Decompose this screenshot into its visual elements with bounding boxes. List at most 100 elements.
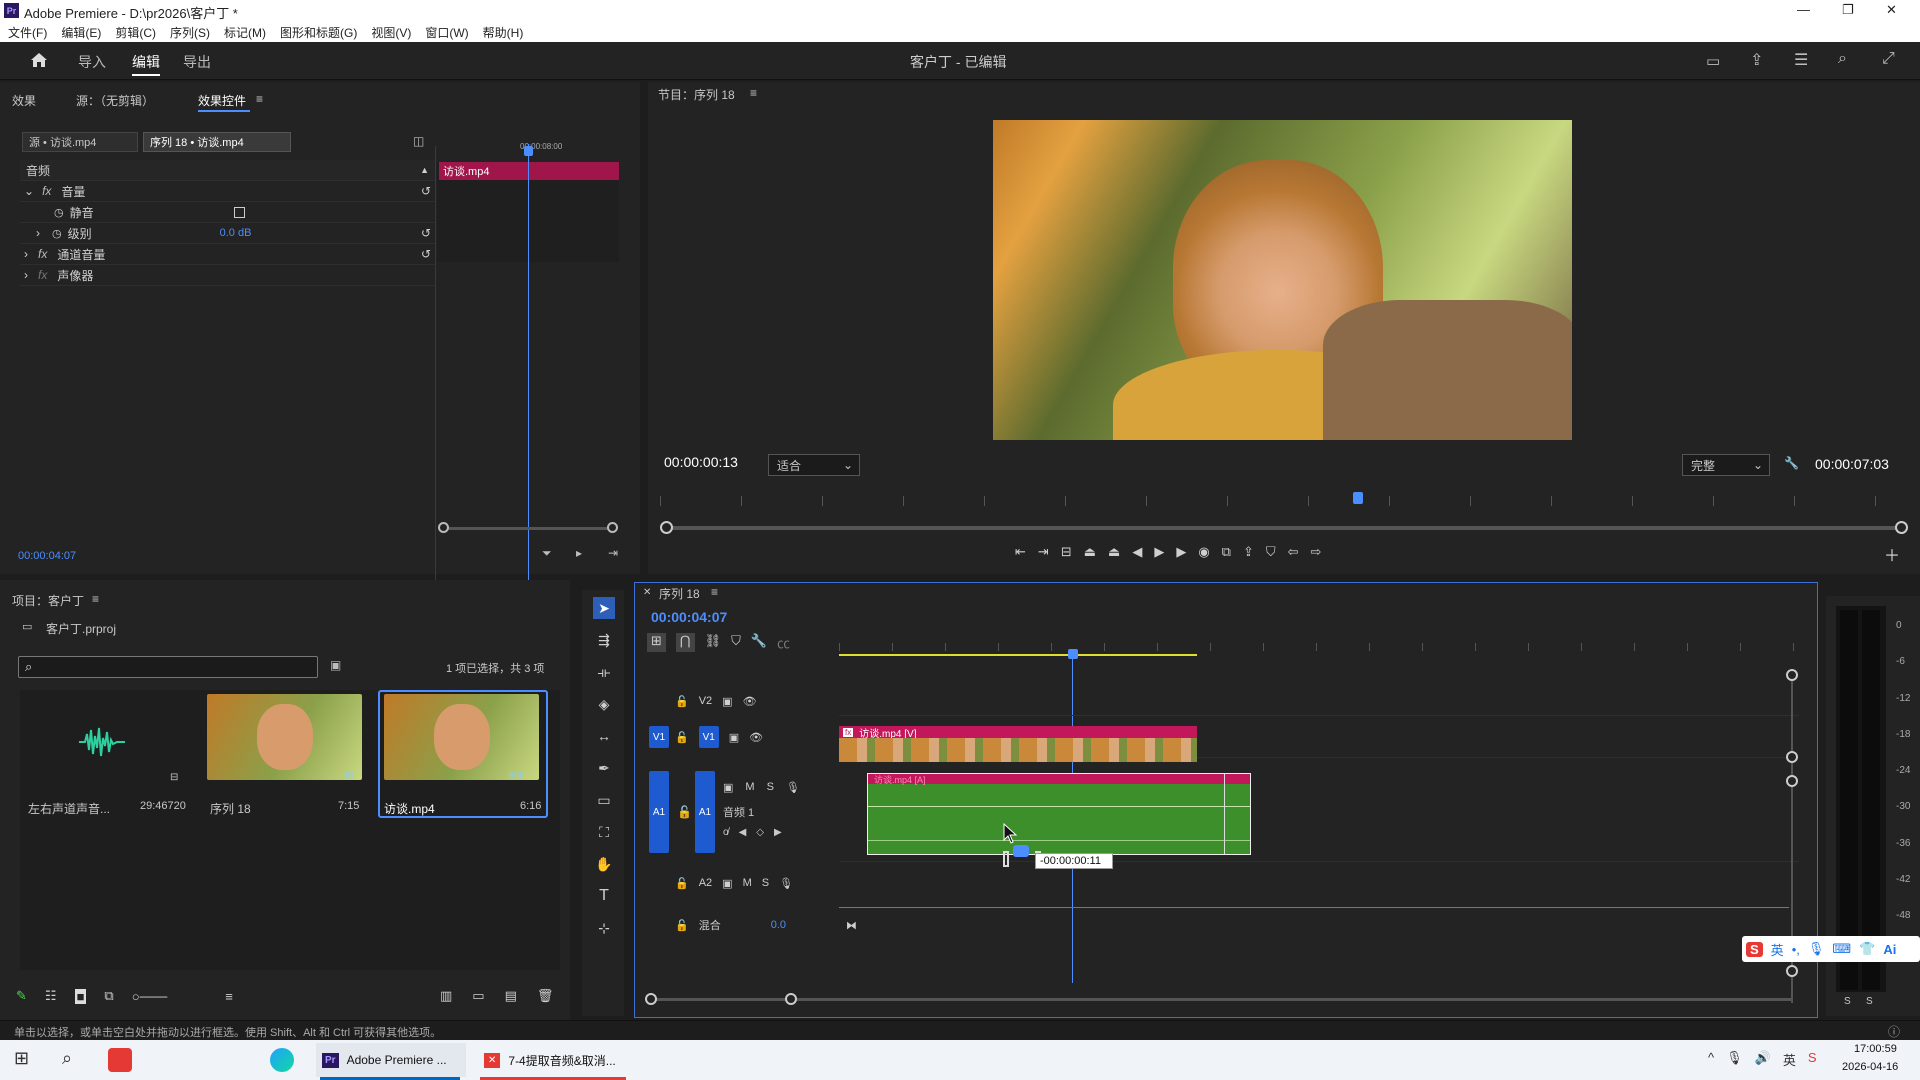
sync-icon[interactable]: ▣ — [722, 695, 732, 708]
prev-keyframe-icon[interactable]: ◀ — [739, 827, 747, 838]
play-audio-icon[interactable]: ▸ — [576, 546, 582, 560]
taskbar-premiere[interactable]: Pr Adobe Premiere ... — [316, 1043, 466, 1077]
expand-arrow-icon[interactable]: › — [36, 226, 40, 240]
next-keyframe-icon[interactable]: ▶ — [774, 827, 782, 838]
track-target-a1[interactable]: A1 — [695, 771, 715, 853]
mute-button[interactable]: M — [743, 877, 752, 889]
zoom-slider-icon[interactable]: ○─── — [132, 989, 167, 1004]
panel-menu-icon[interactable]: ≡ — [256, 92, 263, 106]
linked-selection-icon[interactable]: ⛓ — [705, 633, 722, 652]
close-tab-icon[interactable]: ✕ — [643, 587, 651, 598]
lift-icon[interactable]: ⏏ — [1084, 544, 1096, 560]
quality-dropdown[interactable]: 完整 ⌄ — [1682, 454, 1770, 476]
microphone-icon[interactable]: 🎙 — [786, 781, 800, 794]
lock-icon[interactable]: 🔓 — [675, 919, 689, 932]
list-view-icon[interactable]: ☷ — [45, 988, 57, 1004]
step-forward-icon[interactable]: ▶ — [1176, 544, 1186, 560]
close-button[interactable]: ✕ — [1886, 2, 1897, 18]
stopwatch-icon[interactable]: ◷ — [54, 206, 64, 219]
item-name[interactable]: 序列 18 — [210, 800, 251, 817]
sync-icon[interactable]: ▣ — [723, 781, 733, 794]
text-based-edit-icon[interactable]: ⊹ — [593, 917, 615, 939]
menu-clip[interactable]: 剪辑(C) — [115, 24, 156, 41]
scroll-left-handle[interactable] — [438, 522, 449, 533]
solo-left-button[interactable]: S — [1844, 996, 1851, 1007]
add-button-icon[interactable]: ＋ — [1884, 542, 1900, 566]
app-icon-red[interactable] — [108, 1048, 132, 1072]
new-bin-icon[interactable]: ▭ — [472, 988, 484, 1004]
expand-arrow-icon[interactable]: › — [24, 247, 28, 261]
export-frame-icon[interactable]: ◉ — [1198, 544, 1209, 560]
track-select-tool-icon[interactable]: ⇶ — [593, 629, 615, 651]
clock-time[interactable]: 17:00:59 — [1854, 1043, 1897, 1055]
info-icon[interactable]: ⓘ — [1888, 1023, 1900, 1040]
play-icon[interactable]: ▶ — [1154, 544, 1164, 560]
ime-language[interactable]: 英 — [1771, 940, 1784, 959]
fade-handle-left[interactable] — [1003, 851, 1009, 867]
icon-view-icon[interactable]: ■ — [74, 988, 87, 1004]
freeform-view-icon[interactable]: ⧉ — [104, 988, 113, 1004]
mini-playhead[interactable] — [528, 144, 529, 604]
volume-knob-icon[interactable]: o̸ — [723, 827, 729, 838]
volume-rubber-band[interactable] — [868, 806, 1250, 807]
mini-scrollbar[interactable] — [440, 527, 614, 530]
search-input[interactable]: ⌕ — [18, 656, 318, 678]
mini-timeline-clip[interactable]: 访谈.mp4 — [439, 162, 619, 180]
microphone-icon[interactable]: 🎙 — [779, 877, 793, 890]
source-patch-a1[interactable]: A1 — [649, 771, 669, 853]
selection-tool-icon[interactable]: ➤ — [593, 597, 615, 619]
slip-tool-icon[interactable]: ↔ — [593, 725, 615, 747]
horizontal-scrollbar[interactable] — [651, 998, 1791, 1001]
new-item-icon[interactable]: ▤ — [505, 988, 517, 1004]
insert-icon[interactable]: ⇪ — [1243, 544, 1254, 560]
wrench-icon[interactable]: 🔧 — [751, 633, 767, 652]
zoom-handle-left[interactable] — [660, 521, 673, 534]
marker-icon[interactable]: ⛉ — [731, 633, 741, 652]
trash-icon[interactable]: 🗑 — [537, 988, 554, 1004]
clock-date[interactable]: 2026-04-16 — [1842, 1061, 1898, 1073]
clear-in-icon[interactable]: ⊟ — [1061, 544, 1072, 560]
solo-button[interactable]: S — [767, 781, 774, 793]
fx-icon[interactable]: fx — [38, 268, 47, 282]
menu-window[interactable]: 窗口(W) — [425, 24, 468, 41]
type-tool-icon[interactable]: T — [593, 885, 615, 907]
audio-thumbnail[interactable] — [22, 692, 182, 792]
export-icon[interactable]: ⇥ — [608, 546, 618, 560]
eye-icon[interactable]: 👁 — [743, 695, 757, 708]
extract-icon[interactable]: ⏏ — [1108, 544, 1120, 560]
razor-tool-icon[interactable]: ◈ — [593, 693, 615, 715]
keyboard-icon[interactable]: ⌨ — [1832, 941, 1851, 957]
ripple-edit-tool-icon[interactable]: ⟛ — [593, 661, 615, 683]
program-playhead[interactable] — [1353, 492, 1363, 504]
menu-view[interactable]: 视图(V) — [371, 24, 411, 41]
sequence-clip-tab[interactable]: 序列 18 • 访谈.mp4 — [143, 132, 291, 152]
timeline-timecode[interactable]: 00:00:04:07 — [651, 609, 727, 625]
item-name[interactable]: 左右声道声音... — [28, 800, 110, 817]
lock-icon[interactable]: 🔓 — [675, 731, 689, 744]
panel-menu-icon[interactable]: ≡ — [92, 592, 99, 606]
pen-tool-icon[interactable]: ✒ — [593, 757, 615, 779]
menu-help[interactable]: 帮助(H) — [483, 24, 524, 41]
menu-file[interactable]: 文件(F) — [8, 24, 47, 41]
windows-start-icon[interactable]: ⊞ — [14, 1048, 29, 1069]
tab-export[interactable]: 导出 — [183, 52, 211, 72]
sequence-thumbnail[interactable] — [207, 694, 362, 780]
add-marker-icon[interactable]: ⛉ — [1266, 544, 1276, 560]
eye-icon[interactable]: 👁 — [749, 731, 763, 744]
menu-markers[interactable]: 标记(M) — [224, 24, 266, 41]
toggle-timeline-icon[interactable]: ◫ — [413, 134, 424, 148]
stopwatch-icon[interactable]: ◷ — [52, 227, 62, 240]
go-to-end-icon[interactable]: ⧓ — [846, 919, 857, 932]
home-icon[interactable] — [30, 52, 48, 68]
share-icon[interactable]: ⇪ — [1750, 50, 1763, 70]
level-value[interactable]: 0.0 dB — [220, 227, 252, 239]
snap-icon[interactable]: ⋂ — [675, 633, 695, 652]
expand-arrow-icon[interactable]: › — [24, 268, 28, 282]
search-icon[interactable]: ⌕ — [62, 1048, 72, 1069]
ai-button[interactable]: Ai — [1883, 942, 1896, 957]
menu-graphics[interactable]: 图形和标题(G) — [280, 24, 357, 41]
settings-wrench-icon[interactable]: 🔧 — [1784, 456, 1799, 470]
effect-controls-timecode[interactable]: 00:00:04:07 — [18, 550, 76, 562]
video-clip-thumbnails[interactable] — [839, 738, 1197, 762]
timeline-playhead-handle[interactable] — [1068, 649, 1078, 659]
